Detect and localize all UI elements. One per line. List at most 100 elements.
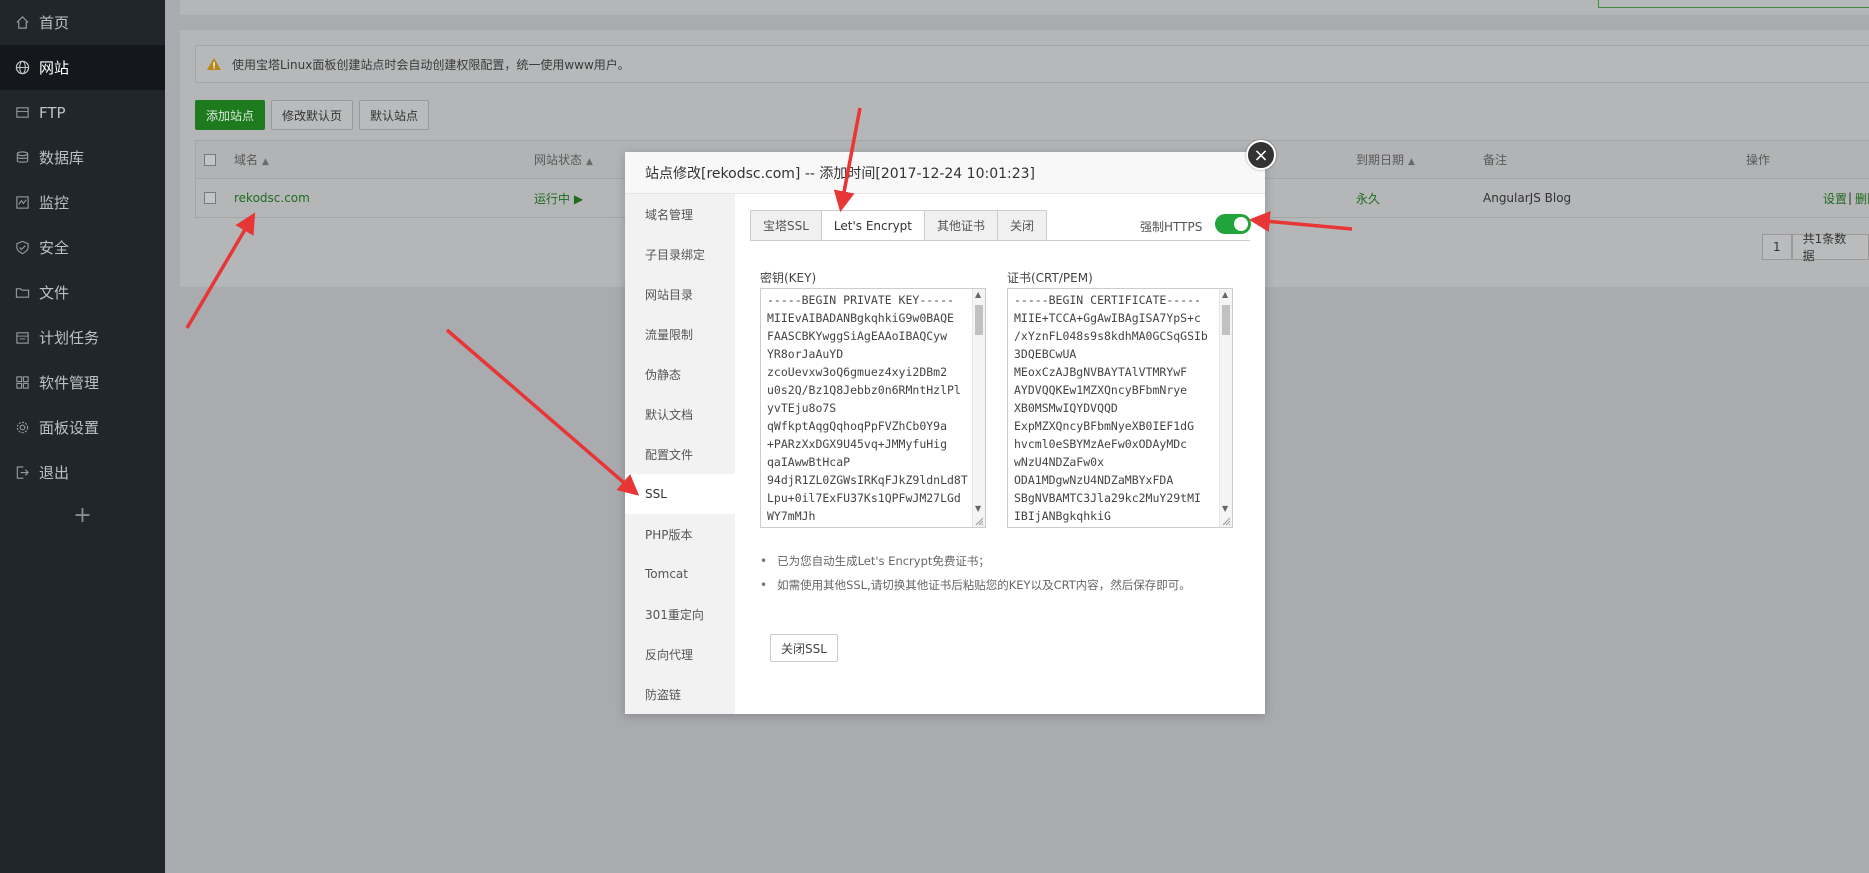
- warning-icon: [207, 58, 221, 70]
- site-expire[interactable]: 永久: [1356, 190, 1380, 207]
- default-site-button[interactable]: 默认站点: [359, 100, 430, 130]
- ssl-tips: 已为您自动生成Let's Encrypt免费证书； 如需使用其他SSL,请切换其…: [760, 549, 1191, 597]
- scroll-thumb[interactable]: [975, 305, 983, 335]
- key-text: -----BEGIN PRIVATE KEY----- MIIEvAIBADAN…: [767, 293, 968, 523]
- sidebar-add-button[interactable]: +: [0, 495, 165, 535]
- close-ssl-button[interactable]: 关闭SSL: [770, 634, 838, 662]
- resize-handle-icon[interactable]: [974, 516, 984, 526]
- menu-default-doc[interactable]: 默认文档: [625, 394, 735, 434]
- col-expire[interactable]: 到期日期 ▲: [1356, 151, 1415, 168]
- sidebar-item-ftp[interactable]: FTP: [0, 90, 165, 135]
- sidebar-item-label: 文件: [39, 284, 70, 302]
- gear-icon: [14, 420, 30, 436]
- site-edit-dialog: 站点修改[rekodsc.com] -- 添加时间[2017-12-24 10:…: [625, 140, 1276, 714]
- scroll-up-icon[interactable]: ▲: [975, 290, 981, 299]
- sidebar-item-logout[interactable]: 退出: [0, 450, 165, 495]
- sidebar-item-website[interactable]: 网站: [0, 45, 165, 90]
- col-status[interactable]: 网站状态 ▲: [534, 151, 593, 168]
- sidebar-item-label: 面板设置: [39, 419, 100, 437]
- sidebar: 首页 网站 FTP 数据库 监控 安全 文件 计划任务 软件管理 面板设置 退出…: [0, 0, 165, 873]
- sidebar-item-cron[interactable]: 计划任务: [0, 315, 165, 360]
- ssl-tabs: 宝塔SSL Let's Encrypt 其他证书 关闭: [750, 210, 1048, 241]
- menu-tomcat[interactable]: Tomcat: [625, 554, 735, 594]
- ssl-panel: 宝塔SSL Let's Encrypt 其他证书 关闭 强制HTTPS 密钥(K…: [735, 194, 1265, 714]
- logout-icon: [14, 465, 30, 481]
- cert-textarea[interactable]: -----BEGIN CERTIFICATE----- MIIE+TCCA+Gg…: [1007, 288, 1233, 528]
- col-domain[interactable]: 域名 ▲: [234, 151, 269, 168]
- menu-reverse-proxy[interactable]: 反向代理: [625, 634, 735, 674]
- menu-traffic-limit[interactable]: 流量限制: [625, 314, 735, 354]
- search-box[interactable]: [1598, 0, 1869, 8]
- sidebar-item-label: FTP: [39, 103, 66, 122]
- sidebar-item-monitor[interactable]: 监控: [0, 180, 165, 225]
- key-scrollbar[interactable]: ▲ ▼: [972, 289, 985, 527]
- monitor-icon: [14, 195, 30, 211]
- tab-other-cert[interactable]: 其他证书: [924, 210, 999, 241]
- home-icon: [14, 15, 30, 31]
- tab-lets-encrypt[interactable]: Let's Encrypt: [820, 210, 925, 241]
- sidebar-item-label: 网站: [39, 59, 70, 77]
- tab-close[interactable]: 关闭: [997, 210, 1048, 241]
- row-checkbox[interactable]: [204, 192, 216, 204]
- button-row: 添加站点 修改默认页 默认站点: [195, 100, 430, 130]
- force-https-label: 强制HTTPS: [1140, 220, 1203, 234]
- pagination: 1 共1条数据: [1762, 232, 1869, 263]
- add-site-button[interactable]: 添加站点: [195, 100, 266, 130]
- site-note[interactable]: AngularJS Blog: [1483, 191, 1571, 205]
- calendar-icon: [14, 330, 30, 346]
- menu-site-dir[interactable]: 网站目录: [625, 274, 735, 314]
- menu-hotlink[interactable]: 防盗链: [625, 674, 735, 714]
- sidebar-item-database[interactable]: 数据库: [0, 135, 165, 180]
- sidebar-item-software[interactable]: 软件管理: [0, 360, 165, 405]
- sort-icon: ▲: [586, 157, 593, 167]
- top-toolbar: [180, 0, 1869, 15]
- dialog-menu: 域名管理 子目录绑定 网站目录 流量限制 伪静态 默认文档 配置文件 SSL P…: [625, 194, 735, 714]
- scroll-down-icon[interactable]: ▼: [1222, 504, 1228, 513]
- tip-item: 如需使用其他SSL,请切换其他证书后粘贴您的KEY以及CRT内容，然后保存即可。: [760, 573, 1191, 597]
- site-settings-link[interactable]: 设置: [1823, 190, 1847, 207]
- notice-bar: 使用宝塔Linux面板创建站点时会自动创建权限配置，统一使用www用户。: [195, 45, 1869, 83]
- cert-scrollbar[interactable]: ▲ ▼: [1219, 289, 1232, 527]
- col-actions: 操作: [1746, 153, 1771, 167]
- cert-label: 证书(CRT/PEM): [1007, 271, 1093, 285]
- sidebar-item-security[interactable]: 安全: [0, 225, 165, 270]
- menu-redirect[interactable]: 301重定向: [625, 594, 735, 634]
- sidebar-item-label: 首页: [39, 14, 70, 32]
- site-domain-link[interactable]: rekodsc.com: [234, 191, 310, 205]
- edit-default-page-button[interactable]: 修改默认页: [271, 100, 354, 130]
- scroll-down-icon[interactable]: ▼: [975, 504, 981, 513]
- menu-config-file[interactable]: 配置文件: [625, 434, 735, 474]
- sidebar-item-label: 安全: [39, 239, 70, 257]
- database-icon: [14, 150, 30, 166]
- menu-subdir[interactable]: 子目录绑定: [625, 234, 735, 274]
- total-count: 共1条数据: [1791, 232, 1869, 263]
- scroll-thumb[interactable]: [1222, 305, 1230, 335]
- force-https-toggle[interactable]: [1215, 214, 1251, 234]
- menu-domain[interactable]: 域名管理: [625, 194, 735, 234]
- close-icon[interactable]: ×: [1246, 140, 1276, 170]
- menu-php-version[interactable]: PHP版本: [625, 514, 735, 554]
- sidebar-item-label: 软件管理: [39, 374, 100, 392]
- menu-ssl[interactable]: SSL: [625, 474, 735, 514]
- sort-icon: ▲: [1408, 157, 1415, 167]
- shield-icon: [14, 240, 30, 256]
- key-textarea[interactable]: -----BEGIN PRIVATE KEY----- MIIEvAIBADAN…: [760, 288, 986, 528]
- site-status[interactable]: 运行中 ▶: [534, 190, 583, 207]
- sidebar-item-label: 数据库: [39, 149, 85, 167]
- cert-text: -----BEGIN CERTIFICATE----- MIIE+TCCA+Gg…: [1014, 293, 1208, 523]
- select-all-checkbox[interactable]: [204, 153, 216, 166]
- grid-icon: [14, 375, 30, 391]
- tab-divider: [750, 240, 1250, 241]
- tab-bt-ssl[interactable]: 宝塔SSL: [750, 210, 822, 241]
- ftp-icon: [14, 105, 30, 121]
- site-delete-link[interactable]: 删除: [1855, 190, 1869, 207]
- sidebar-item-settings[interactable]: 面板设置: [0, 405, 165, 450]
- resize-handle-icon[interactable]: [1221, 516, 1231, 526]
- menu-rewrite[interactable]: 伪静态: [625, 354, 735, 394]
- divider: |: [1848, 191, 1853, 205]
- scroll-up-icon[interactable]: ▲: [1222, 290, 1228, 299]
- dialog-title: 站点修改[rekodsc.com] -- 添加时间[2017-12-24 10:…: [625, 152, 1265, 194]
- sidebar-item-home[interactable]: 首页: [0, 0, 165, 45]
- sidebar-item-files[interactable]: 文件: [0, 270, 165, 315]
- page-number[interactable]: 1: [1762, 234, 1792, 260]
